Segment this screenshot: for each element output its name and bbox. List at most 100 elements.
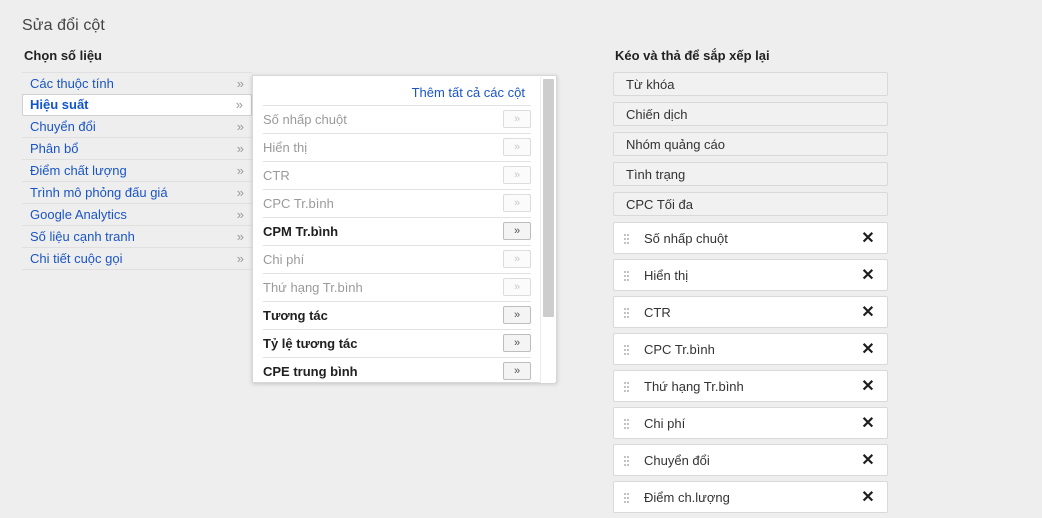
metric-category-item[interactable]: Chi tiết cuộc gọi » [22, 248, 252, 270]
drag-handle-icon[interactable] [624, 456, 630, 467]
add-metric-button[interactable]: » [503, 362, 531, 380]
metric-category-column: Chọn số liệu Các thuộc tính» Hiệu suất» Ch… [22, 48, 252, 270]
metric-label: CPE trung bình [263, 364, 358, 379]
drag-handle-icon[interactable] [624, 308, 630, 319]
metric-category-item[interactable]: Các thuộc tính » [22, 73, 252, 95]
add-metric-button: » [503, 110, 531, 128]
remove-column-icon[interactable]: ✕ [859, 445, 877, 475]
chevron-right-icon: » [236, 76, 244, 91]
metric-list-scrollbar-thumb[interactable] [543, 79, 554, 317]
remove-column-icon[interactable]: ✕ [859, 260, 877, 290]
chevron-right-icon: » [236, 207, 244, 222]
metric-category-item[interactable]: Hiệu suất » [22, 94, 252, 116]
drag-drop-heading: Kéo và thả để sắp xếp lại [615, 48, 770, 63]
metric-category-item[interactable]: Điểm chất lượng » [22, 160, 252, 182]
metric-list-container: Thêm tất cả các cột Số nhấp chuột» Hiển t… [253, 76, 541, 386]
metric-category-item[interactable]: Google Analytics » [22, 204, 252, 226]
column-label: CPC Tối đa [626, 197, 693, 212]
remove-column-icon[interactable]: ✕ [859, 408, 877, 438]
draggable-column-item[interactable]: Chi phí ✕ [613, 407, 888, 439]
chevron-right-icon: » [236, 119, 244, 134]
column-label: Số nhấp chuột [644, 231, 728, 246]
metric-category-item[interactable]: Trình mô phỏng đấu giá » [22, 182, 252, 204]
column-label: Nhóm quảng cáo [626, 137, 726, 152]
add-metric-button: » [503, 250, 531, 268]
metric-label: Chi phí [263, 252, 305, 267]
column-label: Điểm ch.lượng [644, 490, 730, 505]
add-metric-button: » [503, 138, 531, 156]
column-label: CPC Tr.bình [644, 342, 715, 357]
locked-column-item: Chiến dịch [613, 102, 888, 126]
metric-list: Số nhấp chuột» Hiển thị» CTR» CPC Tr.bình» C… [253, 106, 541, 386]
column-label: CTR [644, 305, 671, 320]
locked-column-item: Nhóm quảng cáo [613, 132, 888, 156]
chevron-right-icon: » [235, 97, 243, 112]
metric-category-item[interactable]: Số liệu cạnh tranh » [22, 226, 252, 248]
metric-category-item[interactable]: Phân bổ » [22, 138, 252, 160]
remove-column-icon[interactable]: ✕ [859, 297, 877, 327]
metric-row[interactable]: CTR » [263, 162, 531, 190]
drag-handle-icon[interactable] [624, 382, 630, 393]
draggable-column-item[interactable]: Thứ hạng Tr.bình ✕ [613, 370, 888, 402]
metric-category-label: Trình mô phỏng đấu giá [30, 185, 168, 200]
remove-column-icon[interactable]: ✕ [859, 334, 877, 364]
drag-handle-icon[interactable] [624, 271, 630, 282]
metric-flyout-panel: Thêm tất cả các cột Số nhấp chuột» Hiển t… [252, 75, 557, 386]
metric-category-label: Chi tiết cuộc gọi [30, 251, 123, 266]
metric-label: Hiển thị [263, 140, 308, 155]
add-metric-button[interactable]: » [503, 306, 531, 324]
add-all-columns-link[interactable]: Thêm tất cả các cột [412, 85, 525, 100]
metric-row[interactable]: CPC Tr.bình » [263, 190, 531, 218]
remove-column-icon[interactable]: ✕ [859, 371, 877, 401]
metric-row[interactable]: Chi phí » [263, 246, 531, 274]
metric-label: Tương tác [263, 308, 328, 323]
metric-category-label: Số liệu cạnh tranh [30, 229, 135, 244]
column-label: Tình trạng [626, 167, 686, 182]
draggable-column-item[interactable]: Số nhấp chuột ✕ [613, 222, 888, 254]
column-label: Chuyển đổi [644, 453, 710, 468]
metric-label: CPM Tr.bình [263, 224, 339, 239]
drag-handle-icon[interactable] [624, 419, 630, 430]
metric-category-label: Google Analytics [30, 207, 127, 222]
metric-label: CPC Tr.bình [263, 196, 334, 211]
draggable-column-item[interactable]: Hiển thị ✕ [613, 259, 888, 291]
metric-label: CTR [263, 168, 290, 183]
metric-row[interactable]: Tương tác » [263, 302, 531, 330]
metric-label: Tỷ lệ tương tác [263, 336, 358, 351]
metric-row[interactable]: CPM Tr.bình » [263, 218, 531, 246]
metric-category-item[interactable]: Chuyển đổi » [22, 116, 252, 138]
metric-category-label: Các thuộc tính [30, 76, 114, 91]
locked-column-item: Từ khóa [613, 72, 888, 96]
metric-row[interactable]: CPE trung bình » [263, 358, 531, 386]
remove-column-icon[interactable]: ✕ [859, 223, 877, 253]
chevron-right-icon: » [236, 229, 244, 244]
column-label: Từ khóa [626, 77, 675, 92]
add-metric-button[interactable]: » [503, 222, 531, 240]
remove-column-icon[interactable]: ✕ [859, 482, 877, 512]
metric-row[interactable]: Hiển thị » [263, 134, 531, 162]
metric-label: Số nhấp chuột [263, 112, 347, 127]
selected-columns-column: Kéo và thả để sắp xếp lại Từ khóa Chiến d… [613, 48, 888, 518]
add-all-columns-row: Thêm tất cả các cột [263, 80, 531, 106]
draggable-column-item[interactable]: Điểm ch.lượng ✕ [613, 481, 888, 513]
metric-list-scrollbar[interactable] [540, 77, 555, 383]
metric-row[interactable]: Số nhấp chuột » [263, 106, 531, 134]
chevron-right-icon: » [236, 185, 244, 200]
drag-handle-icon[interactable] [624, 493, 630, 504]
chevron-right-icon: » [236, 163, 244, 178]
metric-row[interactable]: Thứ hạng Tr.bình » [263, 274, 531, 302]
draggable-column-item[interactable]: Chuyển đổi ✕ [613, 444, 888, 476]
add-metric-button: » [503, 278, 531, 296]
chevron-right-icon: » [236, 251, 244, 266]
selected-columns-list: Từ khóa Chiến dịch Nhóm quảng cáo Tình trạn… [613, 72, 888, 513]
chevron-right-icon: » [236, 141, 244, 156]
draggable-column-item[interactable]: CTR ✕ [613, 296, 888, 328]
metric-category-label: Hiệu suất [30, 97, 89, 112]
metric-category-label: Điểm chất lượng [30, 163, 127, 178]
metric-row[interactable]: Tỷ lệ tương tác » [263, 330, 531, 358]
drag-handle-icon[interactable] [624, 345, 630, 356]
draggable-column-item[interactable]: CPC Tr.bình ✕ [613, 333, 888, 365]
add-metric-button[interactable]: » [503, 334, 531, 352]
metric-category-list: Các thuộc tính» Hiệu suất» Chuyển đổi» Phân… [22, 72, 252, 270]
drag-handle-icon[interactable] [624, 234, 630, 245]
